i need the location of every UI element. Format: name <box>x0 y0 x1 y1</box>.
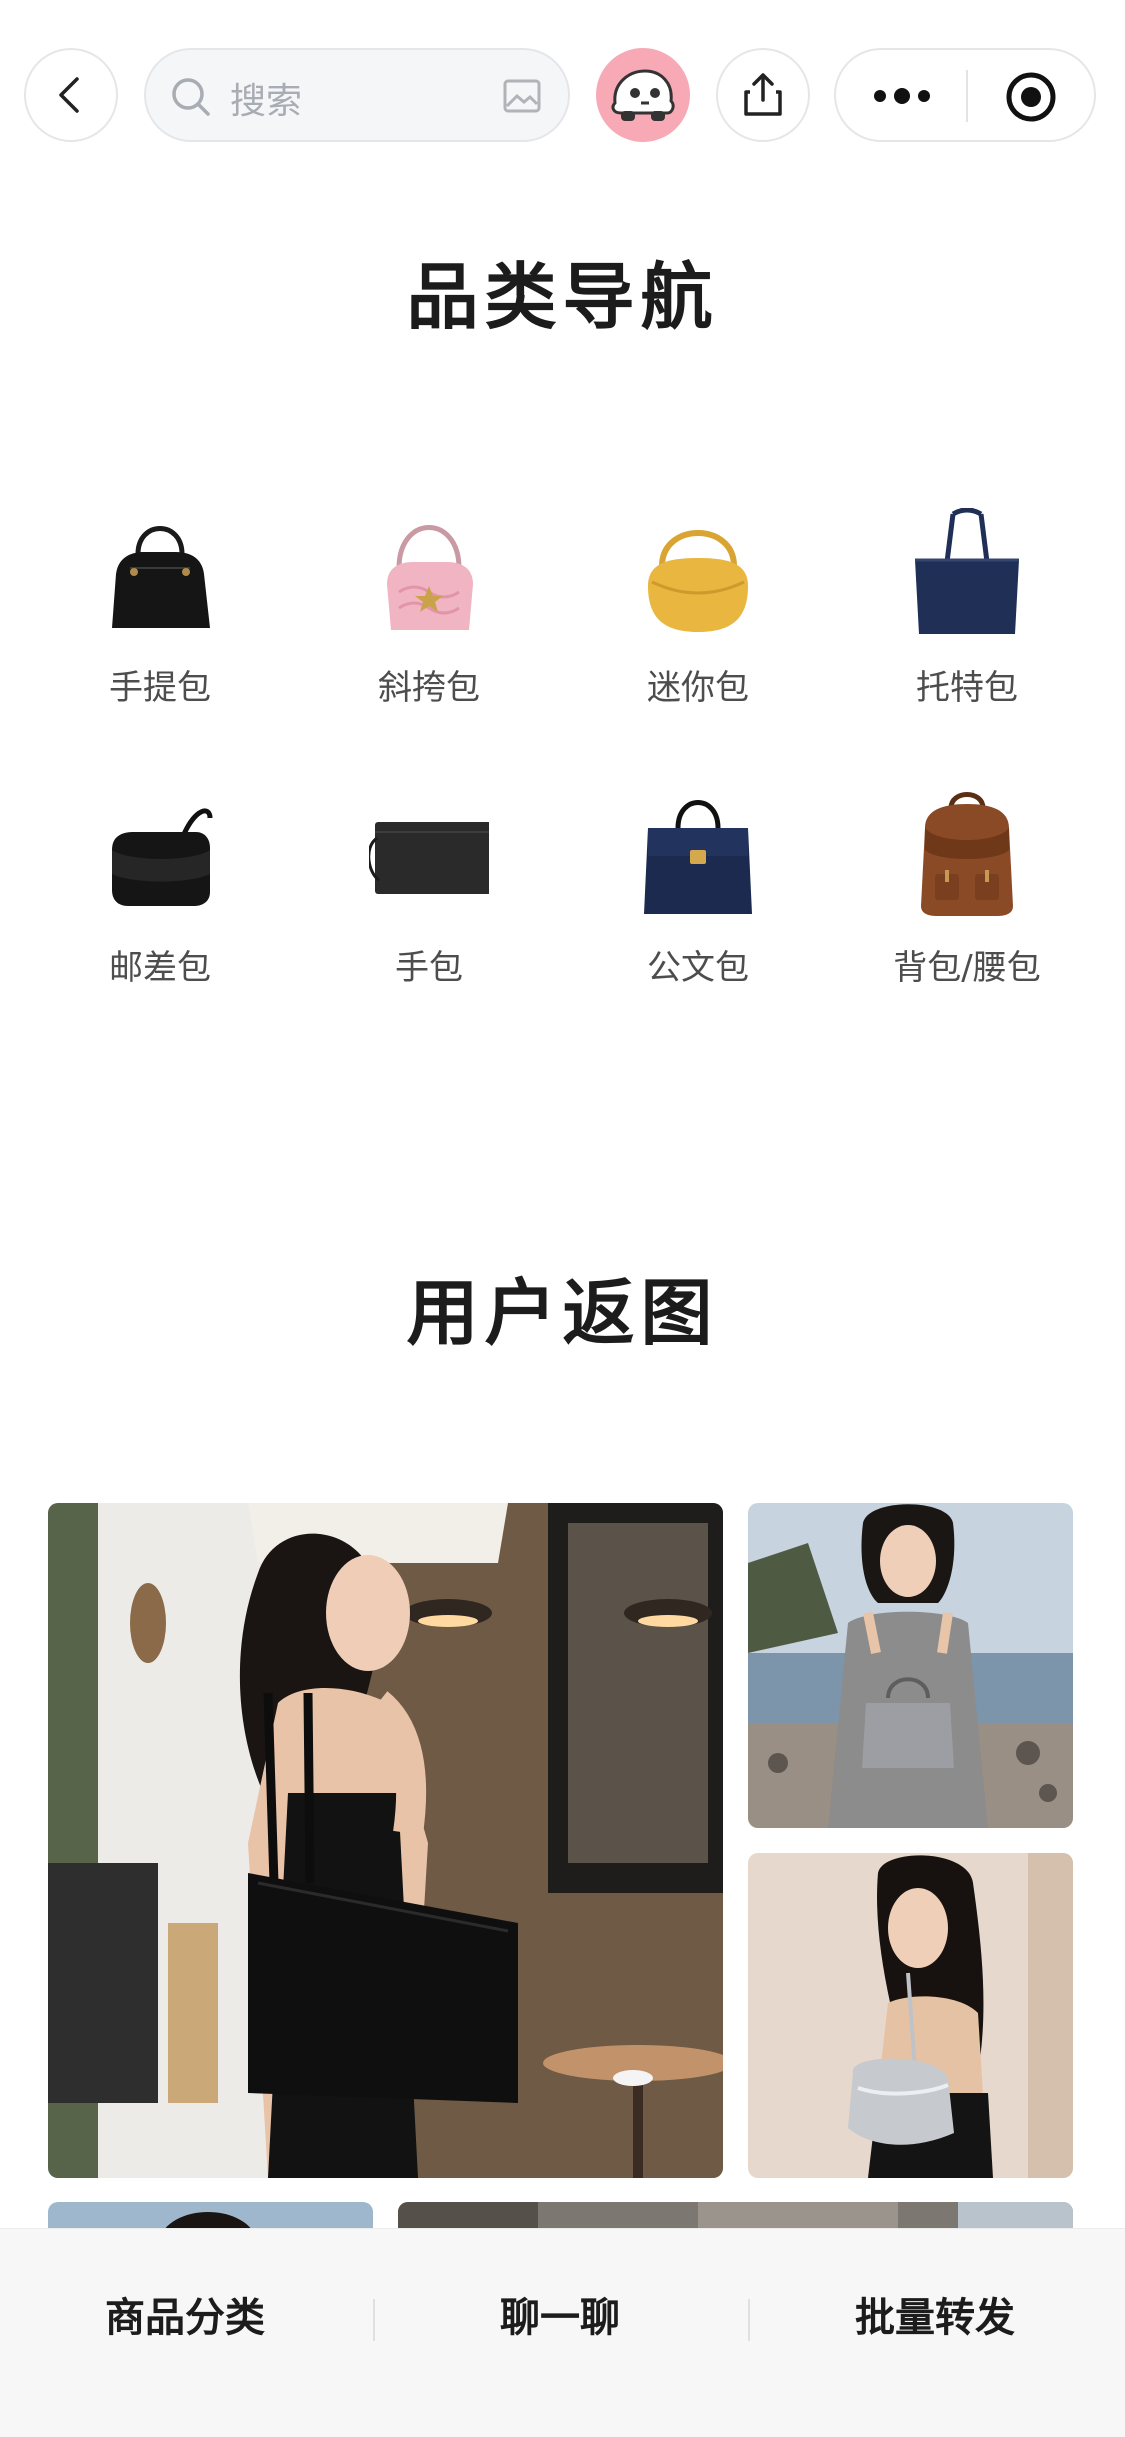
back-button[interactable] <box>24 48 118 142</box>
category-label: 手提包 <box>109 668 211 708</box>
category-item-messenger[interactable]: 邮差包 <box>45 788 275 1018</box>
bottom-action-bar: 商品分类 聊一聊 批量转发 <box>0 2228 1125 2437</box>
category-item-crossbody[interactable]: 斜挎包 <box>314 508 544 738</box>
search-bar[interactable]: 搜索 <box>144 48 570 142</box>
tote-bag-icon <box>915 508 1019 634</box>
share-button[interactable] <box>716 48 810 142</box>
category-label: 手包 <box>395 948 463 988</box>
mini-bag-icon <box>648 530 748 632</box>
search-icon <box>172 78 210 116</box>
gallery-section-title: 用户返图 <box>406 1270 719 1355</box>
back-icon <box>59 77 79 113</box>
share-icon <box>744 73 782 116</box>
category-item-clutch[interactable]: 手包 <box>314 788 544 1018</box>
top-navigation-bar: 搜索 <box>0 0 1125 190</box>
category-item-briefcase[interactable]: 公文包 <box>583 788 813 1018</box>
batch-forward-button[interactable]: 批量转发 <box>750 2285 1120 2343</box>
avatar[interactable] <box>596 48 690 142</box>
category-item-handbag[interactable]: 手提包 <box>45 508 275 738</box>
briefcase-icon <box>644 800 752 914</box>
user-photo-beach[interactable] <box>748 1503 1073 1828</box>
mini-program-capsule <box>834 48 1096 142</box>
category-item-mini[interactable]: 迷你包 <box>583 508 813 738</box>
capsule-divider <box>966 70 968 122</box>
category-tab-button[interactable]: 商品分类 <box>0 2285 370 2343</box>
backpack-icon <box>921 792 1013 916</box>
category-label: 迷你包 <box>647 668 749 708</box>
handbag-icon <box>112 526 210 628</box>
avatar-icon <box>611 69 675 121</box>
category-label: 背包/腰包 <box>893 948 1041 988</box>
category-label: 托特包 <box>916 668 1018 708</box>
target-icon[interactable] <box>1004 70 1058 124</box>
more-icon[interactable] <box>872 76 932 116</box>
category-section-title: 品类导航 <box>406 254 719 339</box>
user-photo-silver-bag[interactable] <box>748 1853 1073 2178</box>
user-photo-cafe-tote[interactable] <box>48 1503 723 2178</box>
clutch-icon <box>369 822 489 894</box>
category-item-tote[interactable]: 托特包 <box>852 508 1082 738</box>
category-item-backpack[interactable]: 背包/腰包 <box>852 788 1082 1018</box>
search-placeholder: 搜索 <box>230 81 303 122</box>
crossbody-bag-icon <box>387 525 473 630</box>
chat-button[interactable]: 聊一聊 <box>375 2285 745 2343</box>
image-search-icon[interactable] <box>502 76 542 116</box>
category-label: 公文包 <box>647 948 749 988</box>
messenger-bag-icon <box>112 808 213 906</box>
category-label: 邮差包 <box>109 948 211 988</box>
category-label: 斜挎包 <box>378 668 480 708</box>
